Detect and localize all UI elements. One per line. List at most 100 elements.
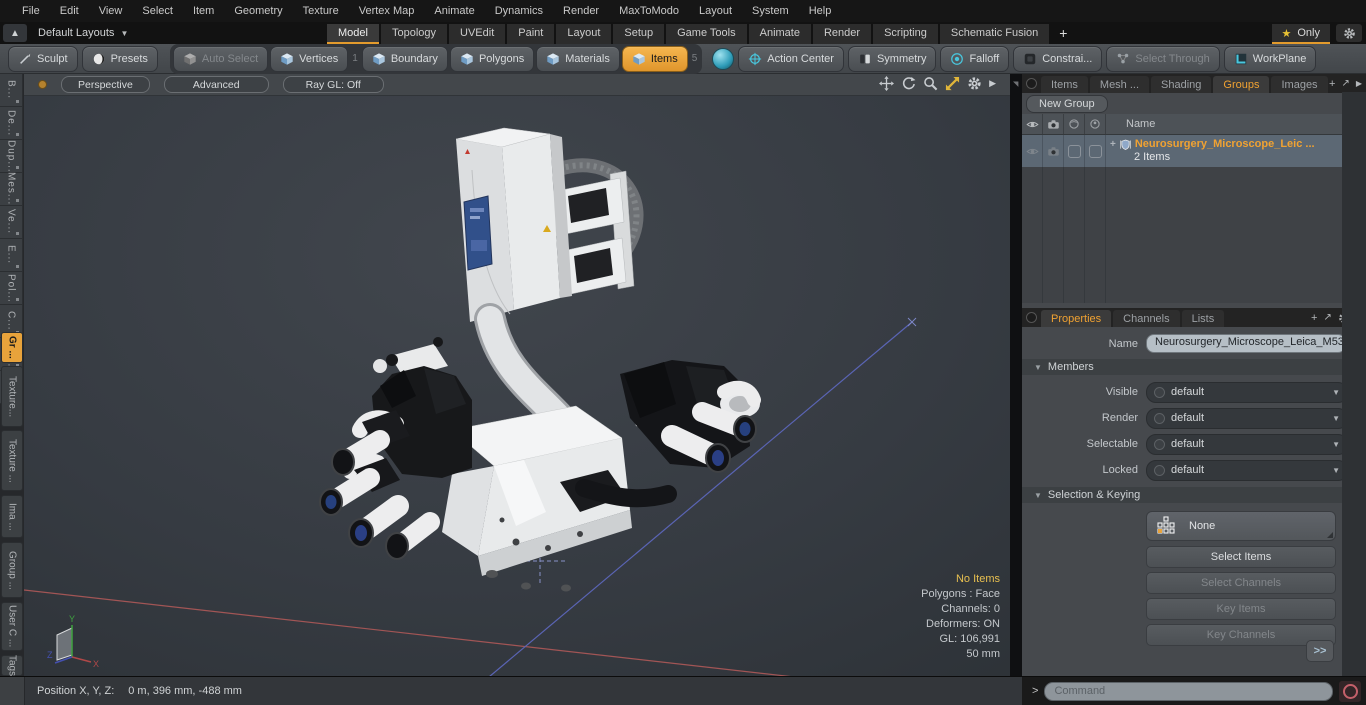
- pie-menu-icon[interactable]: [1026, 312, 1037, 323]
- tab-scripting[interactable]: Scripting: [873, 24, 938, 44]
- tab-lists[interactable]: Lists: [1181, 310, 1225, 327]
- materials-mode-button[interactable]: Materials: [536, 45, 620, 72]
- tab-items[interactable]: Items: [1041, 76, 1088, 93]
- menu-dynamics[interactable]: Dynamics: [485, 1, 553, 21]
- tab-layout[interactable]: Layout: [556, 24, 612, 44]
- right-tab-user-channels[interactable]: User C ...: [1, 602, 23, 651]
- tab-animate[interactable]: Animate: [748, 24, 811, 44]
- select-items-button[interactable]: Select Items: [1146, 546, 1336, 568]
- selection-keying-section-header[interactable]: ▼ Selection & Keying: [1022, 487, 1366, 503]
- left-tab-vertex[interactable]: Ve...: [0, 206, 23, 239]
- maximize-icon[interactable]: [945, 76, 960, 91]
- command-input[interactable]: [1044, 681, 1333, 701]
- pan-icon[interactable]: [879, 76, 895, 91]
- raygl-button[interactable]: Ray GL: Off: [282, 76, 384, 93]
- right-tab-texture-1[interactable]: Texture...: [1, 366, 23, 427]
- panel-menu-arrow-icon[interactable]: ▶: [1356, 79, 1362, 88]
- pie-menu-icon[interactable]: [1026, 78, 1037, 89]
- render-column-header[interactable]: [1043, 114, 1064, 134]
- menu-layout[interactable]: Layout: [689, 1, 742, 21]
- tab-model[interactable]: Model: [327, 24, 379, 44]
- vertices-mode-button[interactable]: Vertices: [270, 45, 349, 72]
- menu-select[interactable]: Select: [132, 1, 183, 21]
- menu-system[interactable]: System: [742, 1, 799, 21]
- layout-selector[interactable]: Default Layouts ▼: [38, 22, 128, 44]
- tab-groups[interactable]: Groups: [1213, 76, 1270, 93]
- menu-file[interactable]: File: [12, 1, 50, 21]
- menu-texture[interactable]: Texture: [293, 1, 349, 21]
- expand-panel-icon[interactable]: ↗: [1341, 78, 1349, 89]
- boundary-mode-button[interactable]: Boundary: [361, 45, 448, 72]
- menu-edit[interactable]: Edit: [50, 1, 89, 21]
- filter2-column-header[interactable]: [1085, 114, 1106, 134]
- right-tab-tags[interactable]: Tags: [1, 655, 23, 676]
- panel-splitter[interactable]: ◥: [1010, 74, 1022, 676]
- record-button[interactable]: [1338, 679, 1362, 703]
- viewport-thumb-icon[interactable]: [38, 80, 47, 89]
- row-render-toggle[interactable]: [1043, 135, 1064, 167]
- menu-help[interactable]: Help: [799, 1, 842, 21]
- polygons-mode-button[interactable]: Polygons: [449, 45, 535, 72]
- falloff-button[interactable]: Falloff: [940, 45, 1010, 72]
- left-tab-polygon[interactable]: Pol...: [0, 272, 23, 305]
- menu-render[interactable]: Render: [553, 1, 609, 21]
- left-tab-deform[interactable]: De...: [0, 107, 23, 140]
- add-tab-button[interactable]: +: [1051, 24, 1075, 44]
- left-tab-duplicate[interactable]: Dup...: [0, 140, 23, 173]
- tab-render[interactable]: Render: [812, 24, 872, 44]
- menu-maxtomodo[interactable]: MaxToModo: [609, 1, 689, 21]
- menu-view[interactable]: View: [89, 1, 133, 21]
- menu-animate[interactable]: Animate: [424, 1, 484, 21]
- menu-item[interactable]: Item: [183, 1, 224, 21]
- selection-ball-icon[interactable]: [712, 47, 735, 70]
- add-tab-icon[interactable]: +: [1329, 78, 1335, 90]
- gear-icon[interactable]: [967, 76, 982, 91]
- group-name-input[interactable]: Neurosurgery_Microscope_Leica_M53: [1146, 334, 1346, 353]
- row-visibility-toggle[interactable]: [1022, 135, 1043, 167]
- expand-plus-icon[interactable]: +: [1110, 138, 1116, 151]
- tab-paint[interactable]: Paint: [507, 24, 555, 44]
- viewport-3d[interactable]: Y X Z Perspective Advanced Ray GL: Off ▶…: [24, 74, 1010, 676]
- layout-gear-button[interactable]: [1336, 24, 1362, 42]
- group-list[interactable]: + Neurosurgery_Microscope_Leic ... 2 Ite…: [1022, 135, 1366, 303]
- camera-mode-button[interactable]: Perspective: [61, 76, 150, 93]
- row-checkbox-2[interactable]: [1085, 135, 1106, 167]
- render-dropdown[interactable]: default ▼: [1146, 407, 1348, 429]
- right-tab-group[interactable]: Group ...: [1, 542, 23, 598]
- members-section-header[interactable]: ▼ Members: [1022, 359, 1366, 375]
- auto-select-button[interactable]: Auto Select: [172, 45, 269, 72]
- filter-column-header[interactable]: [1064, 114, 1085, 134]
- right-tab-images[interactable]: Ima ...: [1, 495, 23, 538]
- tab-channels[interactable]: Channels: [1113, 310, 1180, 327]
- left-tab-mesh[interactable]: Mes...: [0, 172, 23, 206]
- visible-dropdown[interactable]: default ▼: [1146, 381, 1348, 403]
- tab-topology[interactable]: Topology: [380, 24, 448, 44]
- keying-mode-button[interactable]: None: [1146, 511, 1336, 541]
- select-channels-button[interactable]: Select Channels: [1146, 572, 1336, 594]
- tab-mesh[interactable]: Mesh ...: [1089, 76, 1150, 93]
- left-tab-edge[interactable]: E...: [0, 239, 23, 272]
- right-tab-groups[interactable]: Gr ...: [1, 332, 23, 363]
- constraints-button[interactable]: Constrai...: [1013, 45, 1103, 72]
- tab-shading[interactable]: Shading: [1151, 76, 1212, 93]
- row-checkbox-1[interactable]: [1064, 135, 1085, 167]
- tab-uvedit[interactable]: UVEdit: [449, 24, 506, 44]
- menu-vertex-map[interactable]: Vertex Map: [349, 1, 425, 21]
- right-tab-texture-2[interactable]: Texture ...: [1, 430, 23, 491]
- new-group-button[interactable]: New Group: [1026, 94, 1108, 113]
- tab-game-tools[interactable]: Game Tools: [666, 24, 747, 44]
- more-button[interactable]: >>: [1306, 640, 1334, 662]
- tab-schematic-fusion[interactable]: Schematic Fusion: [939, 24, 1050, 44]
- locked-dropdown[interactable]: default ▼: [1146, 459, 1348, 481]
- tab-properties[interactable]: Properties: [1041, 310, 1112, 327]
- shading-mode-button[interactable]: Advanced: [163, 76, 269, 93]
- visibility-column-header[interactable]: [1022, 114, 1043, 134]
- items-mode-button[interactable]: Items: [621, 45, 688, 72]
- rotate-icon[interactable]: [901, 76, 916, 91]
- select-through-button[interactable]: Select Through: [1106, 45, 1220, 72]
- viewport-menu-arrow-icon[interactable]: ▶: [989, 78, 996, 89]
- action-center-button[interactable]: Action Center: [738, 45, 844, 72]
- menu-geometry[interactable]: Geometry: [224, 1, 292, 21]
- group-row-selected[interactable]: + Neurosurgery_Microscope_Leic ... 2 Ite…: [1022, 135, 1366, 167]
- selectable-dropdown[interactable]: default ▼: [1146, 433, 1348, 455]
